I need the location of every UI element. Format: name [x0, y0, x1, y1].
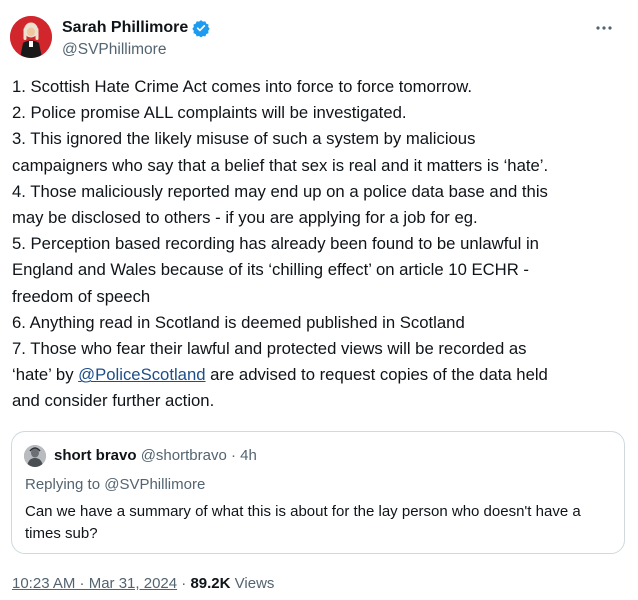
tweet-line: 3. This ignored the likely misuse of suc…	[12, 129, 476, 149]
tweet-line: may be disclosed to others - if you are …	[12, 208, 478, 228]
tweet-line: 5. Perception based recording has alread…	[12, 234, 539, 254]
tweet-line-part: ‘hate’ by	[12, 365, 79, 385]
tweet-line: 7. Those who fear their lawful and prote…	[12, 339, 527, 359]
separator-dot: ·	[181, 575, 187, 592]
tweet-text: 1. Scottish Hate Crime Act comes into fo…	[12, 74, 624, 415]
quoted-header: short bravo @shortbravo · 4h	[54, 447, 257, 464]
tweet-line-part: are advised to request copies of the dat…	[205, 365, 548, 385]
tweet-line-with-mention: ‘hate’ by @PoliceScotland are advised to…	[12, 362, 624, 388]
quoted-text: Can we have a summary of what this is ab…	[25, 503, 581, 542]
tweet-timestamp[interactable]: 10:23 AM · Mar 31, 2024	[12, 575, 177, 592]
tweet-line: 2. Police promise ALL complaints will be…	[12, 103, 407, 123]
tweet-card: Sarah Phillimore @SVPhillimore 1. Scotti…	[0, 0, 638, 600]
tweet-line: 6. Anything read in Scotland is deemed p…	[12, 312, 465, 332]
mention-link[interactable]: @PoliceScotland	[78, 365, 205, 384]
tweet-line: England and Wales because of its ‘chilli…	[12, 260, 529, 280]
replying-to-label: Replying to @SVPhillimore	[25, 476, 206, 493]
separator-dot: ·	[230, 447, 236, 464]
quoted-tweet[interactable]: short bravo @shortbravo · 4h Replying to…	[11, 431, 625, 554]
quoted-author-handle[interactable]: @shortbravo	[141, 447, 227, 464]
quoted-timestamp[interactable]: 4h	[240, 447, 257, 464]
author-handle[interactable]: @SVPhillimore	[62, 41, 166, 59]
tweet-metadata: 10:23 AM · Mar 31, 2024 · 89.2K Views	[12, 575, 274, 592]
tweet-line: and consider further action.	[12, 391, 215, 411]
avatar-figure-icon	[24, 445, 46, 467]
verified-badge-icon	[192, 19, 210, 38]
tweet-line: 4. Those maliciously reported may end up…	[12, 181, 548, 201]
quoted-author-name[interactable]: short bravo	[54, 447, 137, 464]
tweet-line: freedom of speech	[12, 286, 151, 306]
tweet-line: campaigners who say that a belief that s…	[12, 155, 549, 175]
tweet-line: 1. Scottish Hate Crime Act comes into fo…	[12, 77, 473, 96]
quoted-author-avatar[interactable]	[24, 445, 46, 467]
author-name-row: Sarah Phillimore	[62, 17, 210, 39]
views-label: Views	[234, 575, 275, 592]
author-avatar[interactable]	[10, 16, 52, 58]
author-display-name[interactable]: Sarah Phillimore	[62, 19, 188, 37]
avatar-portrait-icon	[10, 16, 52, 58]
more-horizontal-icon	[596, 26, 612, 30]
views-count: 89.2K	[190, 575, 231, 592]
more-options-button[interactable]	[590, 18, 618, 38]
